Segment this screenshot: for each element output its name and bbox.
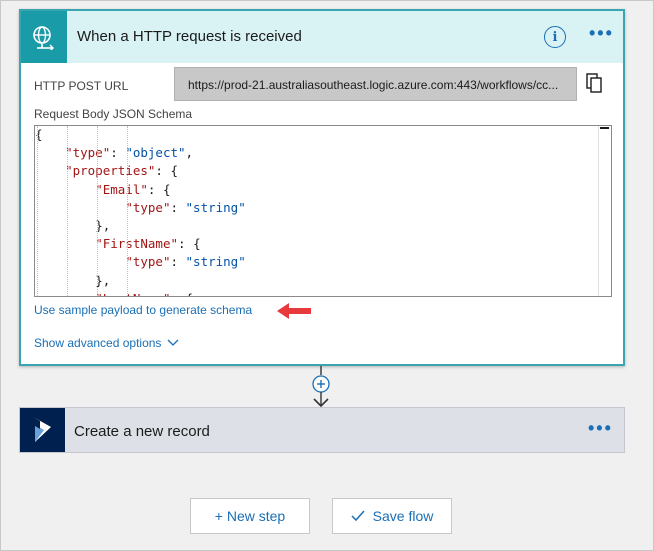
indent-guide — [127, 126, 128, 296]
code-line: }, — [95, 272, 111, 288]
trigger-card-header[interactable]: When a HTTP request is received i ••• — [21, 11, 623, 63]
request-body-schema-label: Request Body JSON Schema — [34, 107, 193, 121]
chevron-down-icon — [167, 339, 179, 346]
more-options-icon[interactable]: ••• — [589, 23, 614, 44]
indent-guide — [37, 126, 38, 296]
create-record-action-card[interactable]: Create a new record ••• — [19, 407, 625, 453]
code-line: { — [35, 127, 43, 142]
code-line: "type": "string" — [125, 199, 246, 215]
copy-icon[interactable] — [586, 73, 604, 95]
add-step-connector[interactable] — [309, 366, 333, 410]
indent-guide — [67, 126, 68, 296]
json-schema-editor[interactable]: { "type": "object", "properties": { "Ema… — [34, 125, 612, 297]
dynamics-icon — [20, 408, 65, 452]
http-post-url-label: HTTP POST URL — [34, 79, 129, 93]
globe-request-icon — [21, 11, 67, 63]
code-line: "properties": { — [65, 163, 178, 179]
code-line: }, — [95, 217, 111, 233]
scrollbar-thumb[interactable] — [600, 127, 609, 129]
editor-scrollbar[interactable] — [598, 126, 611, 296]
http-post-url-field[interactable]: https://prod-21.australiasoutheast.logic… — [174, 67, 577, 101]
action-title: Create a new record — [74, 423, 210, 440]
info-icon[interactable]: i — [544, 26, 566, 48]
code-line: "FirstName": { — [95, 236, 201, 252]
code-line: "type": "string" — [125, 254, 246, 270]
code-line: "LastName": { — [35, 290, 595, 296]
json-schema-code: { "type": "object", "properties": { "Ema… — [35, 126, 595, 296]
more-options-icon[interactable]: ••• — [588, 418, 613, 439]
show-advanced-options-link[interactable]: Show advanced options — [34, 336, 179, 350]
save-flow-label: Save flow — [372, 508, 434, 524]
use-sample-payload-link[interactable]: Use sample payload to generate schema — [34, 303, 252, 317]
code-line: "type": "object", — [65, 145, 194, 161]
indent-guide — [97, 126, 98, 296]
new-step-button[interactable]: + New step — [190, 498, 310, 534]
code-line: "Email": { — [95, 181, 171, 197]
save-flow-button[interactable]: Save flow — [332, 498, 452, 534]
red-annotation-arrow-icon — [277, 303, 311, 319]
http-trigger-card: When a HTTP request is received i ••• HT… — [19, 9, 625, 366]
trigger-title: When a HTTP request is received — [77, 28, 302, 45]
show-advanced-options-label: Show advanced options — [34, 336, 162, 350]
checkmark-icon — [351, 510, 365, 522]
